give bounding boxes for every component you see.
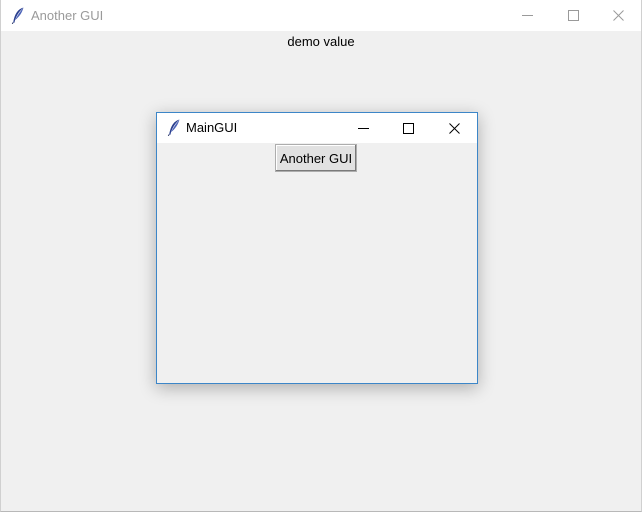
demo-value-label: demo value bbox=[287, 34, 355, 49]
maximize-button[interactable] bbox=[550, 0, 596, 31]
maingui-window: MainGUI Another GUI bbox=[156, 112, 478, 384]
close-button[interactable] bbox=[595, 0, 641, 31]
window-title: Another GUI bbox=[31, 8, 104, 23]
close-button[interactable] bbox=[431, 113, 477, 143]
maximize-button[interactable] bbox=[385, 113, 431, 143]
minimize-button[interactable] bbox=[340, 113, 386, 143]
minimize-button[interactable] bbox=[504, 0, 550, 31]
feather-icon bbox=[167, 119, 180, 136]
minimize-icon bbox=[521, 15, 533, 16]
close-icon bbox=[448, 122, 460, 134]
window-title: MainGUI bbox=[186, 120, 238, 135]
maximize-icon bbox=[567, 10, 579, 21]
maximize-icon bbox=[402, 122, 414, 134]
minimize-icon bbox=[357, 127, 369, 129]
inner-titlebar[interactable]: MainGUI bbox=[157, 113, 477, 143]
close-icon bbox=[612, 10, 624, 21]
feather-icon bbox=[11, 7, 24, 24]
outer-titlebar[interactable]: Another GUI bbox=[1, 0, 641, 31]
another-gui-button[interactable]: Another GUI bbox=[275, 144, 357, 172]
